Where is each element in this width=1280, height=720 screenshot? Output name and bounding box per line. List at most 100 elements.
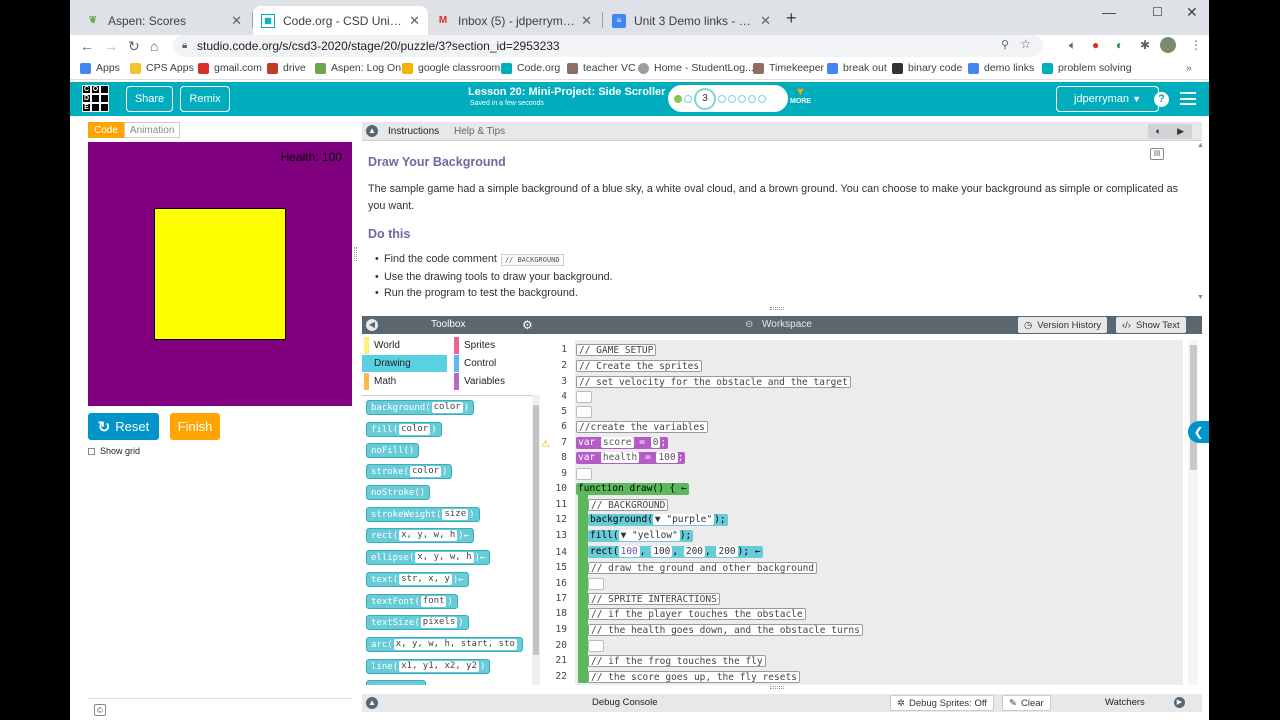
star-icon[interactable]: ☆ <box>1020 37 1031 51</box>
tab-aspen[interactable]: ❦ Aspen: Scores ✕ <box>78 6 250 35</box>
code-comment[interactable]: //create the variables <box>576 421 708 433</box>
empty-line[interactable] <box>576 468 592 480</box>
background-call-block[interactable]: background(▼ "purple"); <box>588 514 728 526</box>
bookmark-teachervc[interactable]: teacher VC <box>567 62 636 74</box>
bookmark-aspen[interactable]: Aspen: Log On <box>315 62 401 74</box>
puzzle-icon[interactable]: ✱ <box>1140 38 1150 52</box>
tab-codeorg[interactable]: ▦ Code.org - CSD Unit 3 - Interactiv ✕ <box>253 6 428 35</box>
var-score-block[interactable]: var score = 0; <box>576 437 669 449</box>
code-workspace[interactable]: 1 2 3 4 5 6 7 8 9 10 11 12 13 14 15 16 1… <box>540 335 1202 685</box>
editor-scrollbar[interactable] <box>1188 340 1198 685</box>
bookmark-binary[interactable]: binary code <box>892 62 962 74</box>
reload-icon[interactable]: ↻ <box>128 38 140 55</box>
share-button[interactable]: Share <box>126 86 173 112</box>
close-icon[interactable]: ✕ <box>409 13 420 29</box>
copyright-icon[interactable]: © <box>94 704 106 716</box>
level-dot[interactable] <box>728 94 736 103</box>
current-level-bubble[interactable]: 3 <box>694 87 716 110</box>
bookmark-classroom[interactable]: google classroom <box>402 62 500 74</box>
codeorg-logo[interactable]: C O D E <box>82 85 109 112</box>
minimize-icon[interactable]: — <box>1102 4 1116 20</box>
empty-line[interactable] <box>588 578 604 590</box>
chevron-right-icon[interactable]: » <box>1186 62 1192 74</box>
resize-handle[interactable] <box>770 307 784 310</box>
close-icon[interactable]: ✕ <box>231 13 242 29</box>
bookmark-cps[interactable]: CPS Apps <box>130 62 194 74</box>
bookmark-studentlog[interactable]: Home - StudentLog... <box>638 62 754 74</box>
bookmark-gmail[interactable]: gmail.com <box>198 62 262 74</box>
category-variables[interactable]: Variables <box>452 373 537 390</box>
empty-line[interactable] <box>588 640 604 652</box>
maximize-icon[interactable]: ☐ <box>1152 5 1163 19</box>
show-grid-toggle[interactable]: Show grid <box>88 446 140 456</box>
tab-instructions[interactable]: Instructions <box>388 126 439 137</box>
block-arc[interactable]: arc(x, y, w, h, start, sto <box>366 637 523 652</box>
number-arg[interactable]: 100 <box>618 546 640 557</box>
category-drawing[interactable]: Drawing <box>362 355 447 372</box>
tab-code[interactable]: Code <box>88 122 124 138</box>
menu-dots-icon[interactable]: ⋮ <box>1190 38 1202 52</box>
block-nofill[interactable]: noFill() <box>366 443 420 458</box>
block-nostroke[interactable]: noStroke() <box>366 485 431 500</box>
volume-icon[interactable]: 🔈︎ <box>1156 126 1161 137</box>
more-levels-button[interactable]: ▼ MORE <box>790 86 811 105</box>
bookmark-codeorg[interactable]: Code.org <box>501 62 560 74</box>
home-icon[interactable]: ⌂ <box>150 38 158 54</box>
tab-help-tips[interactable]: Help & Tips <box>454 126 505 137</box>
bookmark-breakout[interactable]: break out <box>827 62 887 74</box>
number-arg[interactable]: 100 <box>651 546 673 557</box>
code-comment[interactable]: // GAME SETUP <box>576 344 657 356</box>
block-fill[interactable]: fill(color) <box>366 422 442 437</box>
reset-button[interactable]: ↻ Reset <box>88 413 159 440</box>
tab-gmail[interactable]: M Inbox (5) - jdperryman@cps.edu ✕ <box>428 6 600 35</box>
block-background[interactable]: background(color) <box>366 400 475 415</box>
level-dot[interactable] <box>684 94 692 103</box>
function-draw-block[interactable]: function draw() { ← <box>576 483 689 495</box>
var-name[interactable]: health <box>600 452 640 463</box>
block-ellipse[interactable]: ellipse(x, y, w, h) ← <box>366 550 491 565</box>
block-textfont[interactable]: textFont(font) <box>366 594 458 609</box>
level-dot[interactable] <box>738 94 746 103</box>
code-comment[interactable]: // the health goes down, and the obstacl… <box>588 624 863 636</box>
block-textsize[interactable]: textSize(pixels) <box>366 615 469 630</box>
code-comment[interactable]: // SPRITE INTERACTIONS <box>588 593 720 605</box>
show-text-button[interactable]: ‹/› Show Text <box>1116 317 1186 333</box>
block-strokeweight[interactable]: strokeWeight(size) <box>366 507 480 522</box>
debug-sprites-button[interactable]: ✲ Debug Sprites: Off <box>890 695 994 711</box>
number-arg[interactable]: 200 <box>716 546 738 557</box>
remix-button[interactable]: Remix <box>180 86 230 112</box>
mute-icon[interactable]: 🔈︎ <box>1069 38 1076 53</box>
rect-call-block[interactable]: rect(100, 100, 200, 200); ← <box>588 546 763 558</box>
bookmark-demolinks[interactable]: demo links <box>968 62 1034 74</box>
collapse-icon[interactable]: ▲ <box>366 125 378 137</box>
new-tab-icon[interactable]: + <box>786 8 797 29</box>
avatar[interactable] <box>1160 37 1176 53</box>
category-world[interactable]: World <box>362 337 447 354</box>
block-partial[interactable] <box>366 680 426 685</box>
extension-icon[interactable]: ● <box>1092 38 1099 52</box>
empty-line[interactable] <box>576 391 592 403</box>
gear-icon[interactable]: ⚙ <box>522 318 533 332</box>
block-stroke[interactable]: stroke(color) <box>366 464 453 479</box>
bookmark-drive[interactable]: drive <box>267 62 306 74</box>
scroll-up-icon[interactable]: ▲ <box>1197 142 1204 149</box>
game-stage[interactable]: Health: 100 <box>88 142 352 406</box>
category-control[interactable]: Control <box>452 355 537 372</box>
category-math[interactable]: Math <box>362 373 447 390</box>
checkbox[interactable] <box>88 447 95 455</box>
close-icon[interactable]: ✕ <box>581 13 592 29</box>
close-icon[interactable]: ✕ <box>760 13 771 29</box>
fill-call-block[interactable]: fill(▼ "yellow"); <box>588 530 694 542</box>
toolbox-scrollbar[interactable] <box>532 395 540 685</box>
code-comment[interactable]: // the score goes up, the fly resets <box>588 671 800 683</box>
finish-button[interactable]: Finish <box>170 413 220 440</box>
level-dot[interactable] <box>748 94 756 103</box>
collapse-icon[interactable]: ▲ <box>366 697 378 709</box>
back-icon[interactable]: ← <box>80 38 94 54</box>
code-comment[interactable]: // if the frog touches the fly <box>588 655 766 667</box>
tab-animation[interactable]: Animation <box>123 122 181 138</box>
block-text[interactable]: text(str, x, y) ← <box>366 572 469 587</box>
resize-handle[interactable] <box>770 686 784 689</box>
debug-console-label[interactable]: Debug Console <box>592 697 658 708</box>
bookmark-timekeeper[interactable]: Timekeeper <box>753 62 824 74</box>
